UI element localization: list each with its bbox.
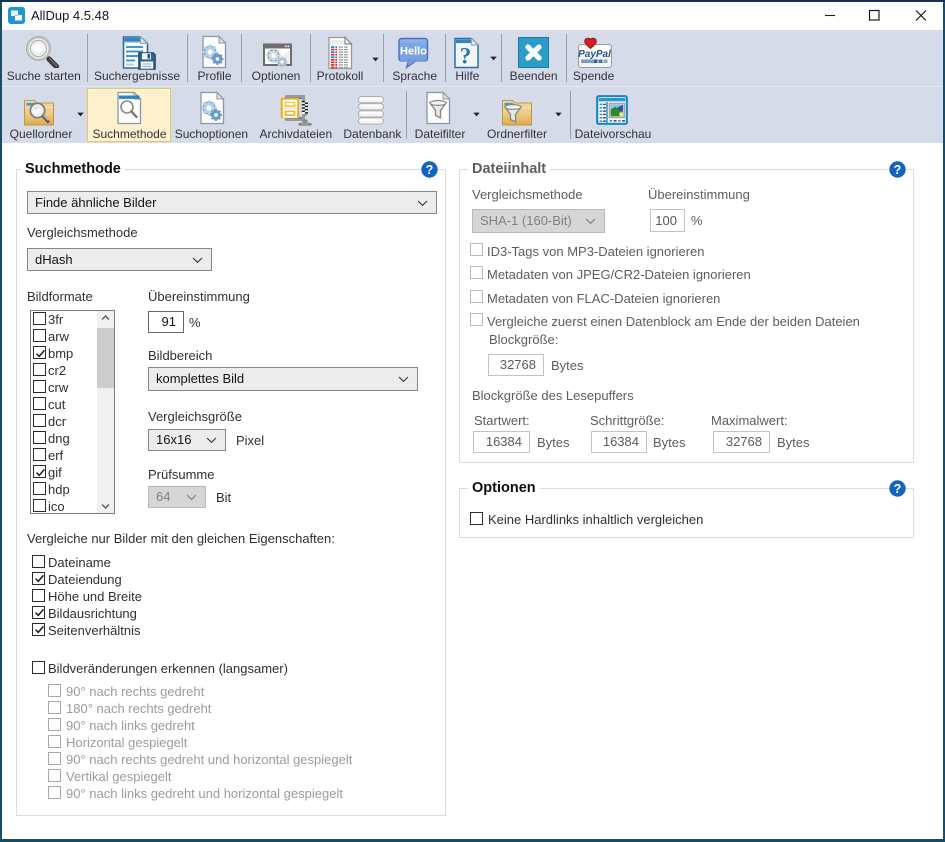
svg-text:?: ? (460, 43, 472, 68)
svg-text:?: ? (893, 163, 901, 177)
svg-text:?: ? (893, 482, 901, 496)
svg-text:?: ? (425, 163, 433, 177)
svg-text:Hello: Hello (400, 46, 427, 58)
svg-text:PayPal: PayPal (578, 49, 611, 60)
